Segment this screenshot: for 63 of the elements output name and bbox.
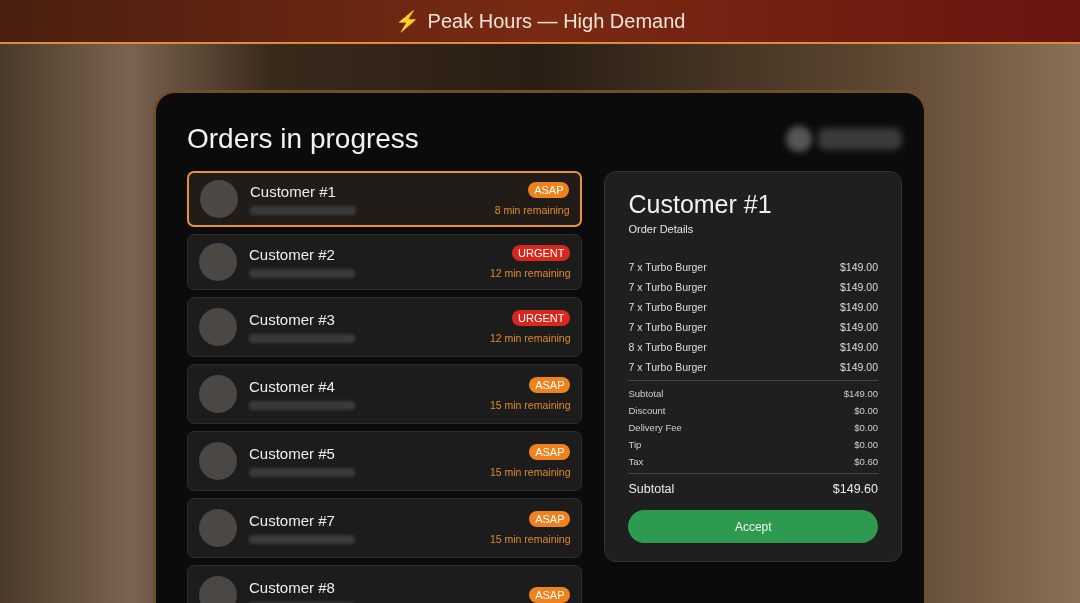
- order-card[interactable]: Customer #1 ASAP 8 min remaining: [187, 171, 583, 227]
- summary-label: Tax: [628, 456, 644, 467]
- order-card[interactable]: Customer #7 ASAP 15 min remaining: [187, 498, 583, 558]
- avatar-icon: [199, 576, 237, 603]
- customer-name: Customer #8: [249, 579, 336, 596]
- order-card[interactable]: Customer #3 URGENT 12 min remaining: [187, 297, 583, 357]
- customer-name: Customer #4: [249, 378, 336, 395]
- total-value: $149.60: [832, 482, 878, 496]
- detail-subtitle: Order Details: [628, 223, 695, 235]
- item-price: $149.00: [840, 361, 878, 373]
- customer-name: Customer #2: [249, 246, 336, 263]
- priority-badge: URGENT: [512, 245, 571, 261]
- item-label: 8 x Turbo Burger: [628, 341, 707, 353]
- avatar-icon: [199, 243, 237, 281]
- item-label: 7 x Turbo Burger: [628, 361, 707, 373]
- time-remaining: 15 min remaining: [489, 466, 571, 478]
- priority-badge: ASAP: [528, 182, 570, 198]
- priority-badge: ASAP: [529, 444, 571, 460]
- priority-badge: URGENT: [512, 310, 571, 326]
- avatar-icon: [199, 509, 237, 547]
- order-card[interactable]: Customer #5 ASAP 15 min remaining: [187, 431, 583, 491]
- priority-badge: ASAP: [529, 377, 571, 393]
- summary-value: $149.00: [843, 388, 878, 399]
- time-remaining: 12 min remaining: [489, 332, 571, 344]
- customer-name: Customer #3: [249, 311, 336, 328]
- banner-text: Peak Hours — High Demand: [427, 9, 686, 33]
- order-card[interactable]: Customer #8 ASAP: [187, 565, 583, 603]
- item-label: 7 x Turbo Burger: [628, 261, 707, 273]
- customer-name: Customer #1: [250, 183, 337, 200]
- summary-label: Tip: [628, 439, 642, 450]
- page-title: Orders in progress: [187, 123, 419, 155]
- summary-value: $0.00: [854, 439, 878, 450]
- summary-value: $0.00: [854, 422, 878, 433]
- priority-badge: ASAP: [529, 587, 571, 603]
- item-label: 7 x Turbo Burger: [628, 281, 707, 293]
- avatar-icon: [199, 308, 237, 346]
- time-remaining: 15 min remaining: [489, 533, 571, 545]
- item-price: $149.00: [840, 301, 878, 313]
- order-card[interactable]: Customer #4 ASAP 15 min remaining: [187, 364, 583, 424]
- lightning-icon: ⚡: [394, 9, 420, 33]
- time-remaining: 15 min remaining: [489, 399, 571, 411]
- item-price: $149.00: [840, 261, 878, 273]
- item-label: 7 x Turbo Burger: [628, 301, 707, 313]
- detail-title: Customer #1: [628, 190, 773, 219]
- summary-label: Subtotal: [628, 388, 664, 399]
- avatar-icon: [199, 375, 237, 413]
- priority-badge: ASAP: [529, 511, 571, 527]
- item-price: $149.00: [840, 341, 878, 353]
- customer-name: Customer #5: [249, 445, 336, 462]
- customer-name: Customer #7: [249, 512, 336, 529]
- summary-value: $0.00: [854, 405, 878, 416]
- item-price: $149.00: [840, 281, 878, 293]
- order-card[interactable]: Customer #2 URGENT 12 min remaining: [187, 234, 583, 290]
- item-price: $149.00: [840, 321, 878, 333]
- total-label: Subtotal: [628, 482, 675, 496]
- time-remaining: 8 min remaining: [494, 204, 570, 216]
- summary-label: Discount: [628, 405, 666, 416]
- item-label: 7 x Turbo Burger: [628, 321, 707, 333]
- summary-value: $0.60: [854, 456, 878, 467]
- summary-label: Delivery Fee: [628, 422, 682, 433]
- time-remaining: 12 min remaining: [489, 267, 571, 279]
- avatar-icon: [199, 442, 237, 480]
- avatar-icon: [200, 180, 238, 218]
